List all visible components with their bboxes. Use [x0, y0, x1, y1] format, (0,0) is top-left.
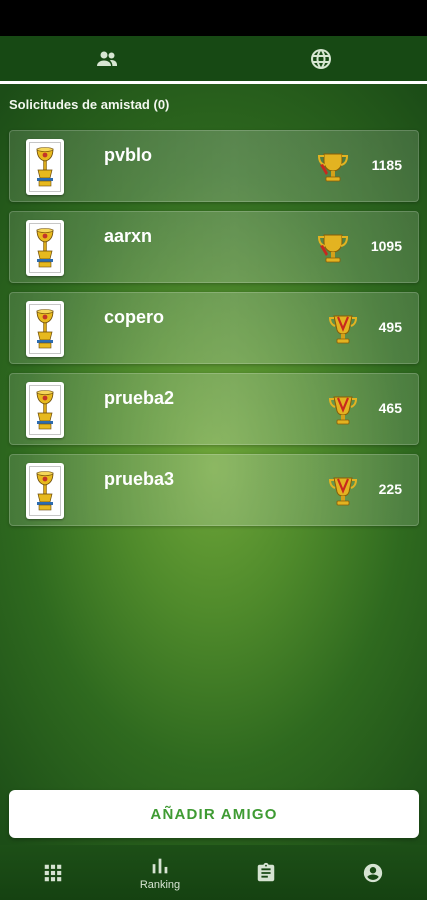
friend-name: aarxn [104, 226, 153, 246]
card-avatar [26, 463, 64, 519]
cup-card-icon [29, 142, 61, 192]
friend-name: prueba3 [104, 469, 175, 489]
add-friend-button[interactable]: AÑADIR AMIGO [9, 790, 419, 838]
friend-row[interactable]: pvblo 1185 [9, 130, 419, 202]
people-icon [96, 51, 117, 66]
cup-card-icon [29, 466, 61, 516]
trophy-small-icon [328, 396, 358, 425]
tab-world[interactable] [214, 36, 427, 81]
globe-icon [310, 48, 331, 69]
friend-name: prueba2 [104, 388, 175, 408]
cup-card-icon [29, 304, 61, 354]
clipboard-icon [257, 862, 275, 881]
cup-card-icon [29, 385, 61, 435]
bar-chart-icon [152, 858, 168, 873]
friend-name: copero [104, 307, 165, 327]
friend-row[interactable]: copero 495 [9, 292, 419, 364]
friend-points: 1095 [370, 238, 402, 254]
trophy-big-icon [317, 153, 349, 182]
trophy-small-icon [328, 477, 358, 506]
status-bar [0, 0, 427, 36]
friends-list: pvblo 1185 aarxn 1095 copero 495 prueba2… [9, 130, 419, 535]
card-avatar [26, 220, 64, 276]
nav-item-profile[interactable] [320, 845, 426, 900]
friend-row[interactable]: prueba3 225 [9, 454, 419, 526]
nav-label-ranking: Ranking [139, 878, 181, 891]
cup-card-icon [29, 223, 61, 273]
friend-points: 465 [378, 400, 402, 416]
friend-points: 225 [378, 481, 402, 497]
nav-item-tasks[interactable] [213, 845, 319, 900]
friend-name: pvblo [104, 145, 152, 165]
card-avatar [26, 139, 64, 195]
top-tab-bar [0, 36, 427, 84]
card-avatar [26, 382, 64, 438]
friend-row[interactable]: aarxn 1095 [9, 211, 419, 283]
nav-item-games[interactable] [0, 845, 106, 900]
account-icon [363, 863, 383, 882]
bottom-nav: Ranking [0, 845, 427, 900]
friend-row[interactable]: prueba2 465 [9, 373, 419, 445]
card-avatar [26, 301, 64, 357]
grid-icon [44, 864, 62, 881]
friend-points: 495 [378, 319, 402, 335]
tab-friends[interactable] [0, 36, 213, 81]
nav-item-ranking[interactable]: Ranking [107, 845, 213, 900]
friend-requests-title: Solicitudes de amistad (0) [9, 97, 170, 112]
trophy-small-icon [328, 315, 358, 344]
trophy-big-icon [317, 234, 349, 263]
friend-points: 1185 [371, 157, 402, 173]
